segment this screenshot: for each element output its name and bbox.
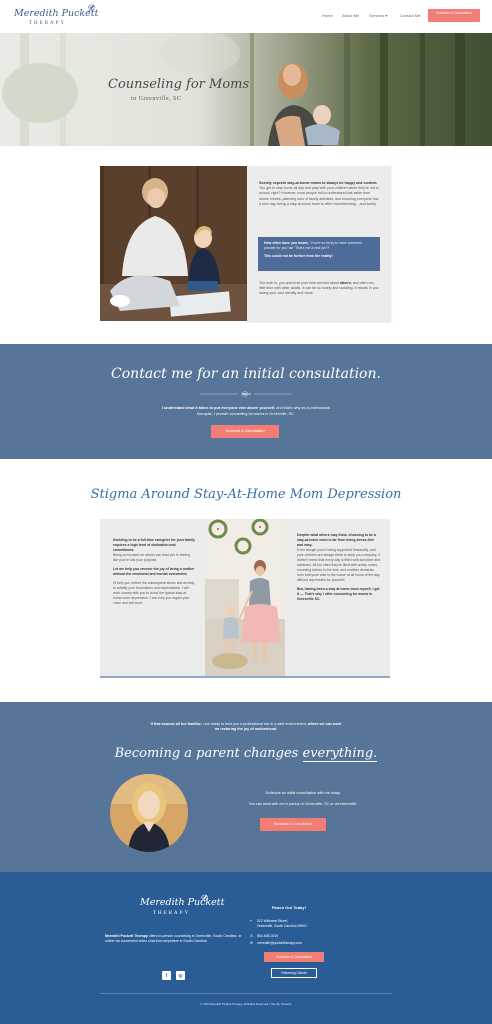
footer-phone[interactable]: ✆ 864-608-0219 <box>250 934 278 939</box>
intro-paragraph-2: The truth is, you spend all your time wo… <box>259 281 381 297</box>
intro-lead: Society expects stay-at-home moms to alw… <box>259 181 378 185</box>
mom-dancing-illustration <box>205 519 285 676</box>
dragonfly-icon <box>200 894 208 903</box>
email-address: meredith@puckettherapy.com <box>257 941 303 945</box>
stigma-divider <box>100 676 390 678</box>
parent-band-lead: If that sounds all too familiar, <box>150 722 202 726</box>
quote-or: or <box>289 246 293 251</box>
email-icon: ✉ <box>250 941 253 945</box>
contact-band-text: I understand what it takes to put everyo… <box>154 406 338 417</box>
nav-services-label: Services <box>369 13 385 18</box>
quote-conclusion: This could not be further from the reali… <box>264 254 333 259</box>
hero-title: Counseling for Moms <box>108 77 250 92</box>
quote-qmark: ? <box>327 246 330 251</box>
stigma-left-bold-2: Let me help you recover the joy of being… <box>113 567 195 576</box>
footer-address: ⌖ 212 Wildwest Street, Greenville, South … <box>250 919 307 929</box>
phone-number: 864-608-0219 <box>257 934 279 938</box>
address-line-2: Greenville, South Carolina 29601 <box>257 923 307 928</box>
parent-band-title-emphasis: everything. <box>302 746 378 762</box>
returning-clients-button[interactable]: Returning Clients <box>271 968 317 978</box>
quote-2: "That's not a real job" <box>293 246 327 251</box>
intro-body-1: You get to stay home all day and play wi… <box>259 186 379 206</box>
stigma-left-bold-1: Deciding to be a full-time caregiver for… <box>113 538 195 552</box>
mom-child-illustration <box>100 166 247 321</box>
intro-body-2-lead: The truth is, you spend all your time wo… <box>259 281 339 285</box>
footer-divider <box>100 993 392 994</box>
footer-description: Meredith Puckett Therapy offers in-perso… <box>105 934 245 944</box>
nav-services[interactable]: Services ▾ <box>369 13 387 19</box>
mom-dancing-photo <box>205 519 285 676</box>
footer-logo-subtitle[interactable]: THERAPY <box>153 910 190 917</box>
quote-lead: How often have you heard, <box>264 241 309 245</box>
therapist-portrait <box>110 774 188 852</box>
chevron-down-icon: ▾ <box>385 13 388 18</box>
stigma-right-bold-1: Despite what others may think, choosing … <box>297 533 376 547</box>
dragonfly-icon <box>87 4 95 13</box>
parent-band-body: I am ready to lend you a professional ea… <box>202 722 307 726</box>
footer-schedule-button[interactable]: Schedule A Consultation <box>264 952 324 962</box>
footer-email[interactable]: ✉ meredith@puckettherapy.com <box>250 941 302 946</box>
parent-band-title: Becoming a parent changes everything. <box>0 745 492 764</box>
location-pin-icon: ⌖ <box>250 919 252 923</box>
nav-contact[interactable]: Contact Me <box>400 13 420 19</box>
stigma-right-card: Despite what others may think, choosing … <box>285 519 390 676</box>
parent-band-text: If that sounds all too familiar, I am re… <box>150 722 342 733</box>
hero-subtitle: in Greenville, SC <box>131 96 182 102</box>
parent-schedule-button[interactable]: Schedule A Consultation <box>260 818 326 831</box>
footer-description-lead: Meredith Puckett Therapy <box>105 934 148 938</box>
meet-text: You can work with me in person in Greenv… <box>248 802 358 806</box>
intro-body-2-bold: others, <box>339 281 352 285</box>
footer-logo-title[interactable]: Meredith Puckett <box>140 896 224 910</box>
quote-callout: How often have you heard, "You're so luc… <box>258 237 380 271</box>
contact-band <box>0 344 492 459</box>
contact-band-lead: I understand what it takes to put everyo… <box>161 406 276 410</box>
intro-paragraph-1: Society expects stay-at-home moms to alw… <box>259 181 381 207</box>
stigma-left-p2: I'll help you relieve the subsequent str… <box>113 581 195 605</box>
schedule-consultation-button[interactable]: Schedule A Consultation <box>428 9 480 22</box>
address-line-1: 212 Wildwest Street, <box>257 919 289 923</box>
phone-icon: ✆ <box>250 934 253 938</box>
nav-home[interactable]: Home <box>322 13 333 19</box>
dragonfly-divider-icon <box>200 391 292 397</box>
stigma-left-card: Deciding to be a full-time caregiver for… <box>100 519 205 676</box>
copyright: © 2023 Meredith Puckett Therapy. All Rig… <box>200 1002 292 1006</box>
stigma-right-bold-2: But, having been a stay at home mom myse… <box>297 587 380 601</box>
contact-band-title: Contact me for an initial consultation. <box>111 366 381 382</box>
stigma-title: Stigma Around Stay-At-Home Mom Depressio… <box>90 487 402 502</box>
instagram-icon[interactable]: ◎ <box>176 971 185 980</box>
reach-out-heading: Reach Out Today! <box>272 905 306 910</box>
mom-child-photo <box>100 166 247 321</box>
logo-subtitle[interactable]: THERAPY <box>29 20 66 27</box>
nav-about[interactable]: About Me <box>342 13 359 19</box>
schedule-text: Schedule an initial consultation with me… <box>265 791 341 795</box>
facebook-icon[interactable]: f <box>162 971 171 980</box>
stigma-right-p1: Even though you're being supported finan… <box>297 548 381 582</box>
parent-band-title-main: Becoming a parent changes <box>114 746 299 761</box>
contact-schedule-button[interactable]: Schedule A Consultation <box>211 425 279 438</box>
therapist-portrait-illustration <box>110 774 188 852</box>
stigma-left-p1: Being so focused on others can lead you … <box>113 553 191 562</box>
